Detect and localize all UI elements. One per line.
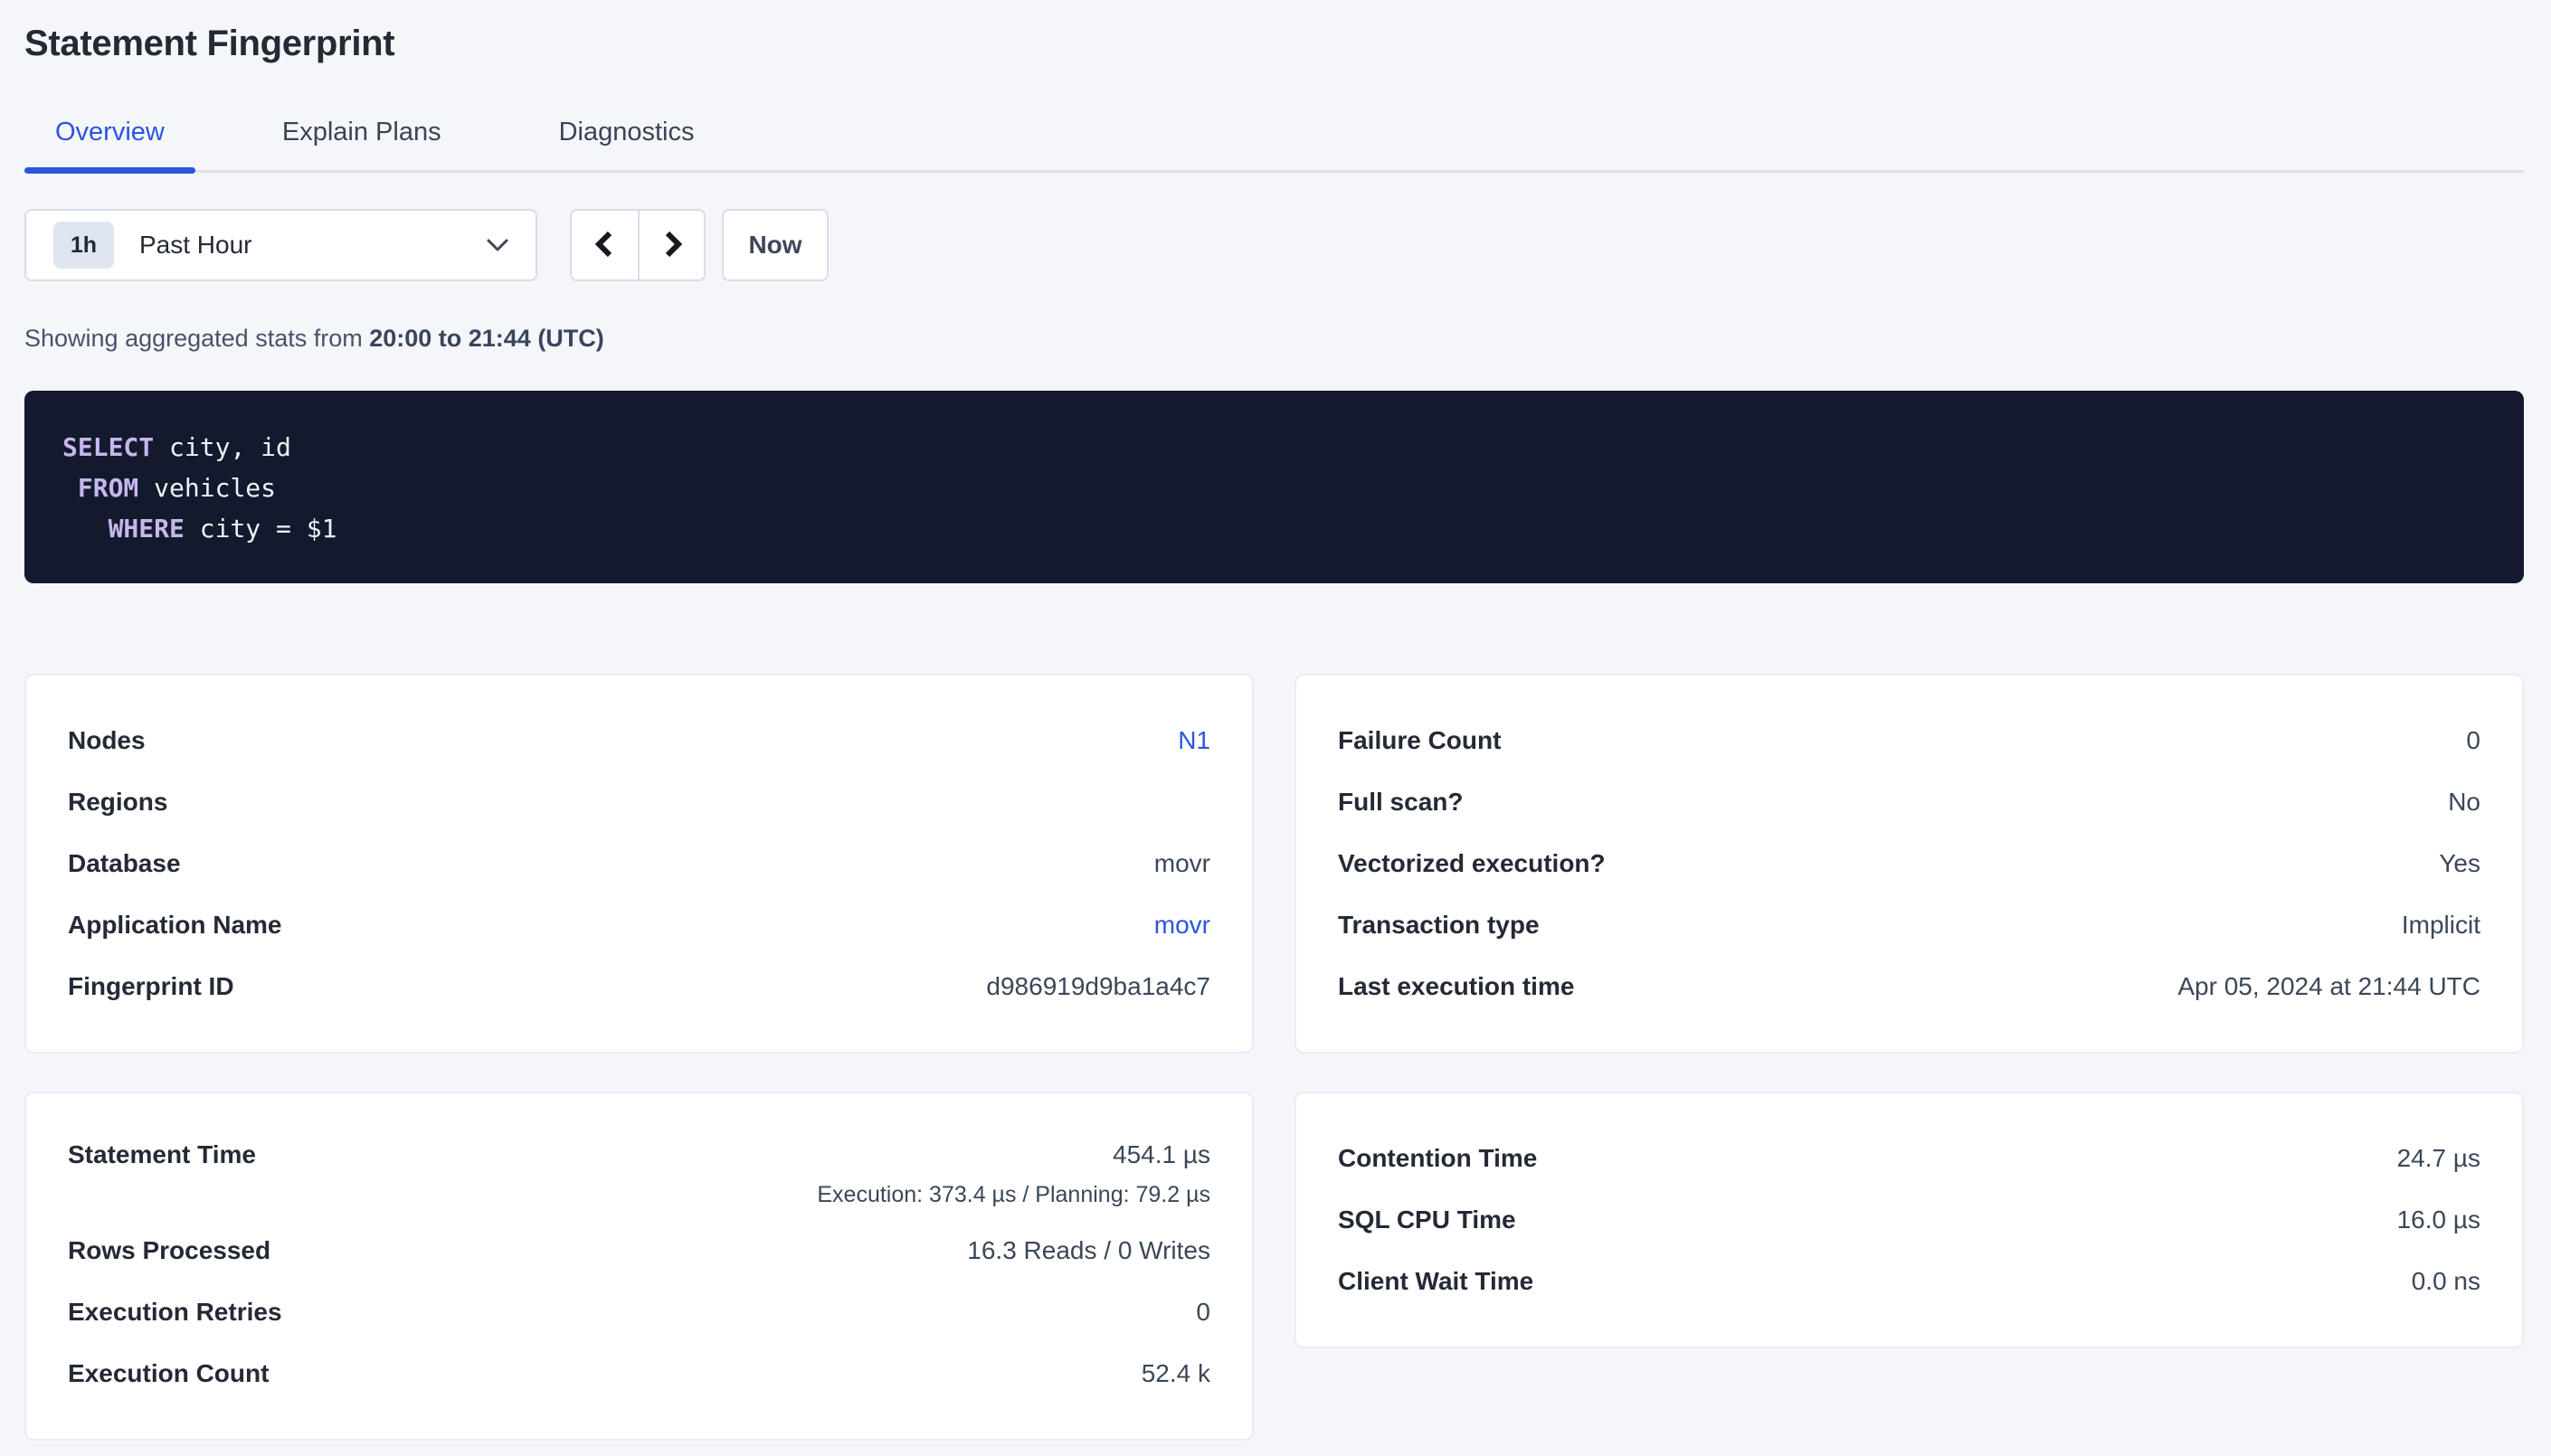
statement-details-card: Nodes N1 Regions Database movr Applicati…	[24, 674, 1254, 1054]
sql-statement-box: SELECT city, id FROM vehicles WHERE city…	[24, 391, 2524, 583]
tab-diagnostics[interactable]: Diagnostics	[528, 103, 725, 170]
row-value: 24.7 µs	[2397, 1144, 2480, 1173]
card-row: Contention Time 24.7 µs	[1338, 1128, 2480, 1189]
chevron-right-icon	[656, 226, 688, 265]
row-value: 52.4 k	[1142, 1359, 1210, 1388]
card-row: Regions	[68, 771, 1210, 833]
row-label: Execution Count	[68, 1359, 269, 1388]
row-label: Rows Processed	[68, 1236, 270, 1265]
sql-keyword: SELECT	[62, 432, 154, 462]
sql-line: WHERE city = $1	[62, 508, 2486, 549]
card-row: Nodes N1	[68, 710, 1210, 771]
card-row: Database movr	[68, 833, 1210, 894]
card-row: Client Wait Time 0.0 ns	[1338, 1251, 2480, 1312]
statement-fingerprint-page: Statement Fingerprint Overview Explain P…	[0, 0, 2551, 1441]
time-pager	[570, 209, 706, 281]
last-execution-time-value: Apr 05, 2024 at 21:44 UTC	[2177, 972, 2480, 1001]
application-name-link[interactable]: movr	[1154, 911, 1210, 940]
row-label: Fingerprint ID	[68, 972, 234, 1001]
row-value: 0	[1196, 1298, 1210, 1327]
card-row: Full scan? No	[1338, 771, 2480, 833]
card-row: Vectorized execution? Yes	[1338, 833, 2480, 894]
row-value: Implicit	[2402, 911, 2480, 940]
chevron-down-icon	[485, 237, 510, 253]
row-value: 0.0 ns	[2412, 1267, 2480, 1296]
node-link[interactable]: N1	[1178, 726, 1210, 755]
row-label: Vectorized execution?	[1338, 849, 1606, 878]
now-button[interactable]: Now	[722, 209, 829, 281]
card-row: Transaction type Implicit	[1338, 894, 2480, 956]
time-next-button[interactable]	[638, 211, 704, 279]
aggregation-note-prefix: Showing aggregated stats from	[24, 325, 369, 352]
row-value: Yes	[2439, 849, 2480, 878]
card-row: Execution Count 52.4 k	[68, 1343, 1210, 1404]
card-row: Application Name movr	[68, 894, 1210, 956]
wait-time-card: Contention Time 24.7 µs SQL CPU Time 16.…	[1294, 1092, 2524, 1348]
tab-overview[interactable]: Overview	[24, 103, 195, 170]
row-label: Statement Time	[68, 1140, 256, 1169]
fingerprint-id-value: d986919d9ba1a4c7	[986, 972, 1210, 1001]
aggregation-note: Showing aggregated stats from 20:00 to 2…	[24, 325, 2524, 353]
sql-keyword: WHERE	[109, 514, 185, 544]
statement-stats-card: Statement Time 454.1 µs Execution: 373.4…	[24, 1092, 1254, 1441]
page-title: Statement Fingerprint	[24, 20, 2524, 65]
row-label: Database	[68, 849, 181, 878]
time-range-select[interactable]: 1h Past Hour	[24, 209, 537, 281]
row-label: Full scan?	[1338, 788, 1463, 817]
row-value: No	[2448, 788, 2480, 817]
statement-time-breakdown: Execution: 373.4 µs / Planning: 79.2 µs	[68, 1182, 1210, 1220]
sql-line: FROM vehicles	[62, 468, 2486, 508]
row-label: Execution Retries	[68, 1298, 282, 1327]
row-value: 16.0 µs	[2397, 1205, 2480, 1234]
chevron-left-icon	[589, 226, 621, 265]
time-controls: 1h Past Hour	[24, 209, 2524, 281]
row-label: Last execution time	[1338, 972, 1574, 1001]
card-row: Statement Time 454.1 µs	[68, 1128, 1210, 1182]
card-row: Last execution time Apr 05, 2024 at 21:4…	[1338, 956, 2480, 1017]
time-range-badge: 1h	[53, 222, 114, 269]
row-value: 0	[2466, 726, 2480, 755]
row-label: Regions	[68, 788, 167, 817]
card-row: Fingerprint ID d986919d9ba1a4c7	[68, 956, 1210, 1017]
aggregation-range: 20:00 to 21:44 (UTC)	[369, 325, 604, 352]
card-row: Failure Count 0	[1338, 710, 2480, 771]
tab-explain-plans[interactable]: Explain Plans	[251, 103, 472, 170]
row-value: movr	[1154, 849, 1210, 878]
execution-attributes-card: Failure Count 0 Full scan? No Vectorized…	[1294, 674, 2524, 1054]
card-row: Execution Retries 0	[68, 1281, 1210, 1343]
row-label: Failure Count	[1338, 726, 1501, 755]
time-range-label: Past Hour	[139, 231, 252, 260]
row-value: 16.3 Reads / 0 Writes	[967, 1236, 1210, 1265]
row-label: SQL CPU Time	[1338, 1205, 1516, 1234]
sql-line: SELECT city, id	[62, 427, 2486, 468]
sql-keyword: FROM	[78, 473, 138, 503]
card-row: SQL CPU Time 16.0 µs	[1338, 1189, 2480, 1251]
row-label: Nodes	[68, 726, 146, 755]
row-label: Client Wait Time	[1338, 1267, 1533, 1296]
summary-cards-grid: Nodes N1 Regions Database movr Applicati…	[24, 674, 2524, 1441]
row-value: 454.1 µs	[1113, 1140, 1210, 1169]
tabs-bar: Overview Explain Plans Diagnostics	[24, 103, 2524, 173]
row-label: Application Name	[68, 911, 281, 940]
row-label: Contention Time	[1338, 1144, 1537, 1173]
time-prev-button[interactable]	[572, 211, 638, 279]
card-row: Rows Processed 16.3 Reads / 0 Writes	[68, 1220, 1210, 1281]
row-label: Transaction type	[1338, 911, 1540, 940]
